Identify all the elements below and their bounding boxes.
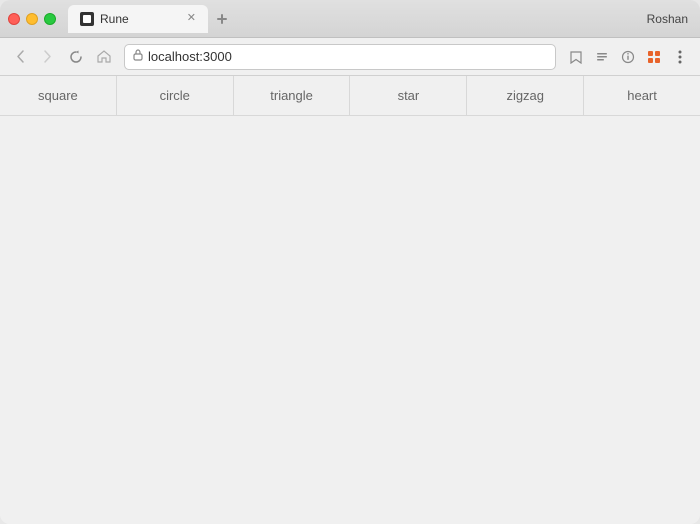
address-lock-icon [133,49,143,64]
info-icon[interactable] [616,45,640,69]
reader-icon[interactable] [590,45,614,69]
url-text: localhost:3000 [148,49,232,64]
tab-bar: Rune ✕ [56,5,692,33]
shape-tab-star[interactable]: star [350,76,467,115]
forward-button[interactable] [36,45,60,69]
back-button[interactable] [8,45,32,69]
title-bar: Rune ✕ Roshan [0,0,700,38]
tab-close-button[interactable]: ✕ [187,13,196,24]
nav-bar: localhost:3000 [0,38,700,76]
shape-tab-zigzag[interactable]: zigzag [467,76,584,115]
browser-window: Rune ✕ Roshan [0,0,700,524]
shape-navigation: squarecircletrianglestarzigzagheart [0,76,700,116]
tab-title: Rune [100,12,129,26]
active-tab[interactable]: Rune ✕ [68,5,208,33]
maximize-button[interactable] [44,13,56,25]
shape-tab-circle[interactable]: circle [117,76,234,115]
shape-tab-heart[interactable]: heart [584,76,700,115]
main-content [0,116,700,524]
shape-tab-square[interactable]: square [0,76,117,115]
bookmark-icon[interactable] [564,45,588,69]
new-tab-button[interactable] [208,5,236,33]
content-area: squarecircletrianglestarzigzagheart [0,76,700,524]
traffic-lights [8,13,56,25]
extensions-icon[interactable] [642,45,666,69]
minimize-button[interactable] [26,13,38,25]
shape-tab-triangle[interactable]: triangle [234,76,351,115]
tab-favicon [80,12,94,26]
toolbar-right [564,45,692,69]
address-bar[interactable]: localhost:3000 [124,44,556,70]
reload-button[interactable] [64,45,88,69]
close-button[interactable] [8,13,20,25]
home-button[interactable] [92,45,116,69]
menu-icon[interactable] [668,45,692,69]
user-name: Roshan [647,12,688,26]
